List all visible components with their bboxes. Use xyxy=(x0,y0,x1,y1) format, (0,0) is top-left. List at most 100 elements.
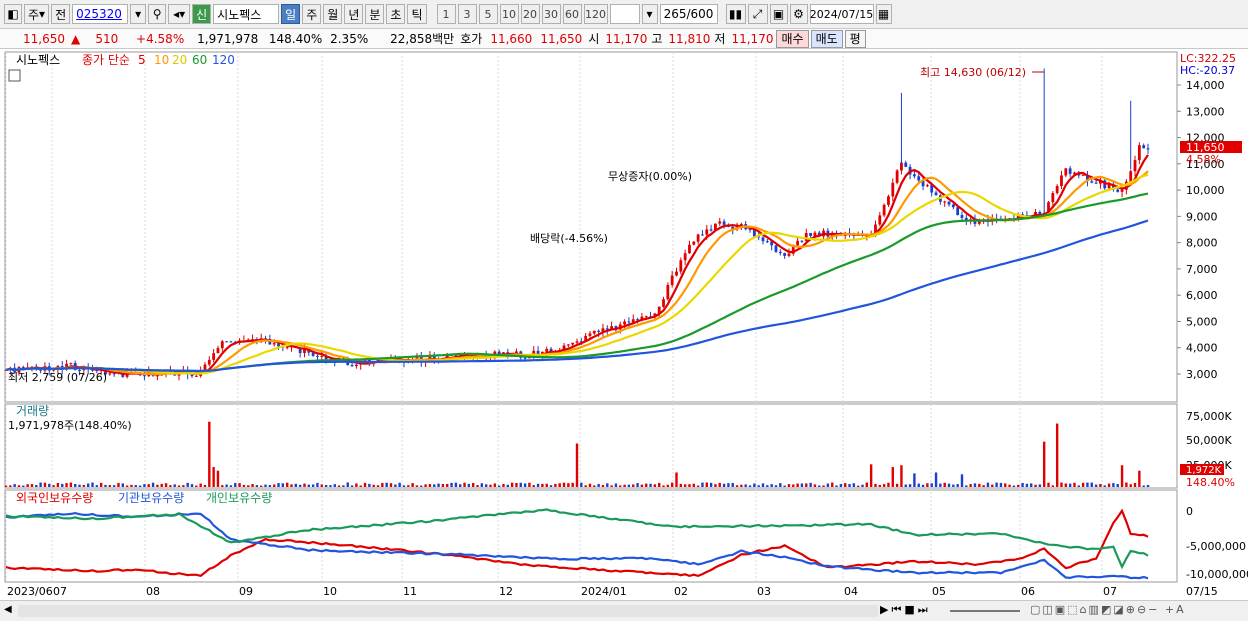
tab-month[interactable]: 월 xyxy=(323,4,343,24)
zoom-slider[interactable] xyxy=(950,610,1020,612)
candle-body xyxy=(1146,148,1150,150)
volume-bar xyxy=(545,483,548,487)
candle-body xyxy=(575,341,579,343)
volume-bar xyxy=(740,484,743,487)
ma120-label[interactable]: 120 xyxy=(212,53,235,67)
tab-tick[interactable]: 틱 xyxy=(407,4,427,24)
ma10-label[interactable]: 10 xyxy=(154,53,169,67)
interval-custom-input[interactable] xyxy=(609,4,640,24)
prev-button[interactable]: 전 xyxy=(51,4,71,24)
volume-bar xyxy=(1081,482,1085,487)
volume-bar xyxy=(264,484,267,487)
crosshair-icon[interactable]: ⤢ xyxy=(747,4,768,24)
candle-body xyxy=(566,344,570,346)
candle-body xyxy=(216,348,220,354)
stock-code-input[interactable]: 025320 xyxy=(72,4,129,24)
candle-body xyxy=(934,192,938,196)
volume-bar xyxy=(666,484,670,487)
buy-button[interactable]: 매수 xyxy=(776,29,809,48)
interval-20[interactable]: 20 xyxy=(520,4,540,24)
nav-controls[interactable]: ▶⏮■⏭ xyxy=(880,603,931,617)
candle-body xyxy=(623,321,626,325)
volume-bar xyxy=(255,485,259,487)
volume-bar xyxy=(528,482,531,487)
interval-3[interactable]: 3 xyxy=(457,4,477,24)
volume-bar xyxy=(324,484,328,487)
save-icon[interactable]: ▣ xyxy=(769,4,788,24)
volume-bar xyxy=(471,482,475,487)
speaker-icon[interactable]: ◂▾ xyxy=(168,4,191,24)
high: 11,810 xyxy=(668,31,711,46)
interval-30[interactable]: 30 xyxy=(541,4,561,24)
stock-code-dropdown-icon[interactable]: ▾ xyxy=(130,4,147,24)
interval-1[interactable]: 1 xyxy=(436,4,456,24)
volume-bar xyxy=(813,484,817,487)
volume-bar xyxy=(692,483,695,487)
volume-bar xyxy=(454,482,458,487)
price-legend-stock[interactable]: 시노펙스 xyxy=(16,53,60,67)
volume-bar xyxy=(852,483,856,487)
volume-bar xyxy=(562,482,566,487)
tab-year[interactable]: 년 xyxy=(344,4,364,24)
volume-title[interactable]: 거래량 xyxy=(16,404,49,418)
gear-icon[interactable]: ⚙ xyxy=(789,4,808,24)
search-icon[interactable]: ⚲ xyxy=(148,4,167,24)
price-legend-ma[interactable]: 종가 단순 xyxy=(82,53,130,67)
chart-scrollbar[interactable]: ◀ ▶⏮■⏭ ▢◫▣⬚⌂▥◩◪⊕⊖− +A xyxy=(0,600,1248,621)
display-count-input[interactable]: 265/600 xyxy=(659,4,718,24)
avg-button[interactable]: 평 xyxy=(844,29,866,48)
legend-individual[interactable]: 개인보유수량 xyxy=(206,491,272,505)
window-menu-icon[interactable]: ◧ xyxy=(4,4,22,24)
interval-120[interactable]: 120 xyxy=(583,4,608,24)
legend-foreign[interactable]: 외국인보유수량 xyxy=(16,491,93,505)
table-icon[interactable] xyxy=(8,69,21,82)
tab-day[interactable]: 일 xyxy=(281,4,301,24)
chart-tools-icons[interactable]: ▢◫▣⬚⌂▥◩◪⊕⊖− +A xyxy=(1030,603,1186,616)
period-unit-select[interactable]: 주 ▾ xyxy=(24,4,50,24)
ma60-label[interactable]: 60 xyxy=(192,53,207,67)
volume-bar xyxy=(311,484,315,487)
stock-name-field[interactable]: 시노펙스 xyxy=(213,4,280,24)
interval-10[interactable]: 10 xyxy=(499,4,519,24)
volume-bar xyxy=(95,485,99,487)
change-pct: +4.58% xyxy=(136,31,185,46)
volume-bar xyxy=(493,483,497,487)
volume-bar xyxy=(216,470,220,487)
volume-bar xyxy=(407,485,410,487)
tab-second[interactable]: 초 xyxy=(386,4,406,24)
volume-bar xyxy=(887,482,890,487)
candle-body xyxy=(316,355,319,357)
volume-bar xyxy=(653,484,657,487)
volume-bar xyxy=(917,483,920,487)
interval-5[interactable]: 5 xyxy=(478,4,498,24)
interval-60[interactable]: 60 xyxy=(562,4,582,24)
volume-bar xyxy=(1107,483,1111,487)
candle-body xyxy=(796,240,800,246)
sell-button[interactable]: 매도 xyxy=(810,29,843,48)
volume-bar xyxy=(212,467,215,487)
candle-body xyxy=(956,207,960,216)
date-input[interactable]: 2024/07/15 xyxy=(809,4,874,24)
volume-bar xyxy=(506,484,509,487)
ma20-label[interactable]: 20 xyxy=(172,53,187,67)
volume-bar xyxy=(792,484,795,487)
scroll-left-icon[interactable]: ◀ xyxy=(4,604,12,615)
tab-week[interactable]: 주 xyxy=(302,4,322,24)
volume-bar xyxy=(56,482,60,487)
ma5-label[interactable]: 5 xyxy=(138,53,146,67)
calendar-icon[interactable]: ▦ xyxy=(875,4,892,24)
volume-bar xyxy=(930,483,933,487)
candle-body xyxy=(925,185,929,187)
volume-bar xyxy=(1038,484,1042,487)
zoom-icon[interactable]: ▮▮ xyxy=(725,4,746,24)
volume-bar xyxy=(43,482,47,487)
legend-institution[interactable]: 기관보유수량 xyxy=(118,491,184,505)
candle-body xyxy=(783,253,787,256)
interval-dropdown-icon[interactable]: ▾ xyxy=(641,4,658,24)
scroll-track[interactable] xyxy=(18,605,878,617)
candle-body xyxy=(1116,189,1120,192)
open: 11,170 xyxy=(605,31,648,46)
volume-bar xyxy=(1133,483,1137,487)
stock-chart[interactable]: 14,00013,00012,00011,00010,0009,0008,000… xyxy=(0,50,1248,598)
tab-minute[interactable]: 분 xyxy=(365,4,385,24)
